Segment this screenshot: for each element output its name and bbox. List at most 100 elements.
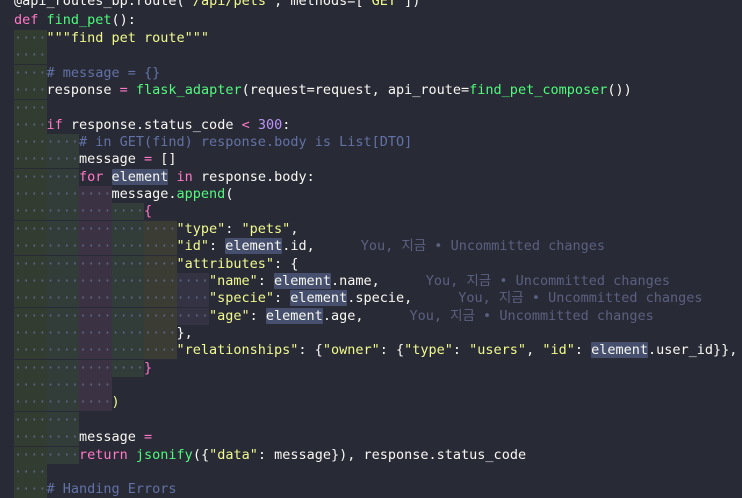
highlighted-token: element xyxy=(265,308,323,324)
whitespace-dots: ···· xyxy=(14,82,47,98)
code-line[interactable]: }, xyxy=(177,325,193,342)
code-line[interactable]: # in GET(find) response.body is List[DTO… xyxy=(79,134,412,151)
code-token: : { xyxy=(274,256,299,272)
code-token: response xyxy=(46,82,120,98)
whitespace-dots: ···· xyxy=(14,186,47,202)
code-line[interactable]: @api_routes_bp.route("/api/pets", method… xyxy=(14,0,420,10)
code-token: "attributes" xyxy=(176,256,275,272)
whitespace-dots: ···· xyxy=(176,273,210,289)
code-line[interactable]: message = [] xyxy=(79,151,177,168)
whitespace-dots: ···· xyxy=(79,360,112,376)
whitespace-dots: ···· xyxy=(14,394,47,410)
code-line[interactable]: ) xyxy=(112,394,120,411)
whitespace-dots: ···· xyxy=(111,360,145,376)
code-token: : xyxy=(257,273,275,289)
code-token: append xyxy=(176,186,226,202)
code-token: return xyxy=(79,447,136,463)
code-token: flask_adapter xyxy=(135,82,242,98)
code-line[interactable]: # message = {} xyxy=(47,65,161,82)
code-token: "data" xyxy=(209,447,258,463)
code-token: # message = {} xyxy=(46,65,161,81)
code-token: , xyxy=(290,221,299,237)
whitespace-dots: ···· xyxy=(14,117,47,133)
whitespace-dots: ···· xyxy=(46,377,80,393)
code-token: "GET" xyxy=(363,0,405,9)
code-line[interactable]: def find_pet(): xyxy=(14,12,136,29)
whitespace-dots: ···· xyxy=(46,325,80,341)
code-token: ]) xyxy=(404,0,421,9)
whitespace-dots: ···· xyxy=(46,447,80,463)
code-token: }, xyxy=(176,325,193,341)
code-line[interactable]: } xyxy=(144,360,152,377)
code-line[interactable]: # Handing Errors xyxy=(47,481,177,498)
whitespace-dots: ···· xyxy=(46,394,80,410)
whitespace-dots: ···· xyxy=(144,290,177,306)
git-blame-annotation: You, 지금 • Uncommitted changes xyxy=(458,290,703,306)
code-line[interactable]: "id": element.id, You, 지금 • Uncommitted c… xyxy=(177,238,605,255)
code-token: (): xyxy=(111,12,136,28)
whitespace-dots: ···· xyxy=(14,65,47,81)
whitespace-dots: ···· xyxy=(79,290,112,306)
whitespace-dots: ···· xyxy=(79,308,112,324)
whitespace-dots: ···· xyxy=(14,256,47,272)
code-token: ) xyxy=(111,394,120,410)
whitespace-dots: ···· xyxy=(79,342,112,358)
whitespace-dots: ···· xyxy=(46,360,80,376)
whitespace-dots: ···· xyxy=(79,325,112,341)
code-token: ( xyxy=(225,186,234,202)
whitespace-dots: ···· xyxy=(14,308,47,324)
code-line[interactable]: response = flask_adapter(request=request… xyxy=(47,82,632,99)
code-token: message xyxy=(79,151,145,167)
code-token: # in GET(find) response.body is List[DTO… xyxy=(79,134,413,150)
code-editor[interactable]: @api_routes_bp.route("/api/pets", method… xyxy=(0,0,742,498)
code-line[interactable]: { xyxy=(144,203,152,220)
whitespace-dots: ···· xyxy=(111,325,145,341)
code-token: find_pet xyxy=(46,12,112,28)
whitespace-dots: ···· xyxy=(14,325,47,341)
code-line[interactable]: "relationships": {"owner": {"type": "use… xyxy=(176,342,737,359)
whitespace-dots: ···· xyxy=(14,412,47,428)
code-token: response.status_code xyxy=(70,117,242,133)
code-token: "name" xyxy=(209,273,258,289)
code-line[interactable]: "attributes": { xyxy=(177,256,299,273)
whitespace-dots: ···· xyxy=(144,325,177,341)
whitespace-dots: ···· xyxy=(46,256,80,272)
code-line[interactable]: return jsonify({"data": message}), respo… xyxy=(79,447,526,464)
whitespace-dots: ···· xyxy=(79,394,112,410)
whitespace-dots: ···· xyxy=(46,151,80,167)
code-token: } xyxy=(144,360,153,376)
whitespace-dots: ···· xyxy=(14,100,47,116)
code-line[interactable]: "age": element.age, You, 지금 • Uncommitted… xyxy=(209,308,654,325)
code-token: ({ xyxy=(192,447,210,463)
code-token: .name, xyxy=(330,273,380,289)
code-line[interactable]: """find pet route""" xyxy=(47,30,210,47)
whitespace-dots: ···· xyxy=(14,221,47,237)
code-token: "type" xyxy=(176,221,226,237)
code-token: "relationships" xyxy=(176,342,299,358)
whitespace-dots: ···· xyxy=(14,377,47,393)
whitespace-dots: ···· xyxy=(79,238,112,254)
code-token: "age" xyxy=(209,308,250,324)
code-line[interactable]: "type": "pets", xyxy=(177,221,299,238)
code-token: response.body: xyxy=(200,169,315,185)
code-token: message. xyxy=(111,186,177,202)
whitespace-dots: ···· xyxy=(144,308,177,324)
whitespace-dots: ···· xyxy=(46,221,80,237)
code-token: "owner" xyxy=(322,342,380,358)
code-token: "/api/pets" xyxy=(184,0,275,9)
whitespace-dots: ···· xyxy=(144,238,177,254)
whitespace-dots: ···· xyxy=(144,273,177,289)
code-line[interactable]: if response.status_code < 300: xyxy=(47,117,291,134)
code-token: = xyxy=(144,151,161,167)
code-token: def xyxy=(14,12,47,28)
code-line[interactable]: "name": element.name, You, 지금 • Uncommitt… xyxy=(209,273,670,290)
whitespace-dots: ···· xyxy=(176,308,210,324)
whitespace-dots: ···· xyxy=(14,169,47,185)
whitespace-dots: ···· xyxy=(79,186,112,202)
code-line[interactable]: message = xyxy=(79,429,152,446)
code-line[interactable]: for element in response.body: xyxy=(79,169,315,186)
whitespace-dots: ···· xyxy=(46,238,80,254)
code-line[interactable]: message.append( xyxy=(112,186,234,203)
code-line[interactable]: "specie": element.specie, You, 지금 • Uncom… xyxy=(209,290,703,307)
whitespace-dots: ···· xyxy=(144,342,177,358)
